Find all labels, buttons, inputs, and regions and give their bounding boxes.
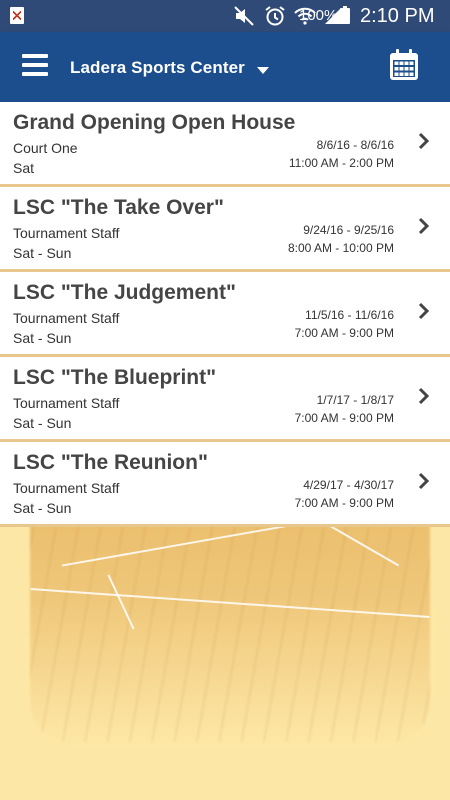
- alarm-icon: [265, 6, 285, 26]
- event-row[interactable]: Grand Opening Open House Court One Sat 8…: [0, 102, 450, 187]
- notification-app-icon: [10, 7, 24, 24]
- battery-percentage: 100%: [299, 7, 338, 24]
- chevron-right-icon: [418, 302, 430, 320]
- event-dates: 4/29/17 - 4/30/17: [303, 478, 394, 492]
- event-location: Tournament Staff: [13, 480, 120, 496]
- event-location: Tournament Staff: [13, 395, 120, 411]
- event-title: LSC "The Reunion": [13, 451, 208, 474]
- event-times: 7:00 AM - 9:00 PM: [294, 411, 394, 425]
- calendar-icon[interactable]: [389, 49, 419, 81]
- mute-icon: [234, 6, 254, 26]
- event-title: LSC "The Blueprint": [13, 366, 217, 389]
- chevron-right-icon: [418, 132, 430, 150]
- center-name: Ladera Sports Center: [70, 58, 245, 77]
- event-times: 7:00 AM - 9:00 PM: [294, 326, 394, 340]
- center-selector-dropdown[interactable]: Ladera Sports Center: [70, 56, 269, 80]
- chevron-right-icon: [418, 217, 430, 235]
- chevron-right-icon: [418, 387, 430, 405]
- event-times: 11:00 AM - 2:00 PM: [288, 156, 394, 170]
- event-dates: 8/6/16 - 8/6/16: [316, 138, 394, 152]
- event-dates: 11/5/16 - 11/6/16: [305, 308, 394, 322]
- event-times: 8:00 AM - 10:00 PM: [287, 241, 394, 255]
- status-time: 2:10 PM: [360, 5, 435, 27]
- battery-icon: [340, 6, 350, 24]
- hamburger-menu-icon[interactable]: [22, 54, 48, 76]
- chevron-right-icon: [418, 472, 430, 490]
- event-title: LSC "The Take Over": [13, 196, 224, 219]
- event-days: Sat - Sun: [13, 415, 72, 431]
- event-row[interactable]: LSC "The Judgement" Tournament Staff Sat…: [0, 272, 450, 357]
- event-days: Sat: [13, 160, 35, 176]
- event-location: Court One: [13, 140, 78, 156]
- event-list: Grand Opening Open House Court One Sat 8…: [0, 102, 450, 527]
- event-title: Grand Opening Open House: [13, 111, 296, 134]
- status-bar: 100% 2:10 PM: [0, 0, 450, 32]
- event-title: LSC "The Judgement": [13, 281, 236, 304]
- event-row[interactable]: LSC "The Blueprint" Tournament Staff Sat…: [0, 357, 450, 442]
- caret-down-icon: [256, 67, 269, 74]
- app-bar: Ladera Sports Center: [0, 32, 450, 102]
- event-location: Tournament Staff: [13, 225, 120, 241]
- event-days: Sat - Sun: [13, 245, 72, 261]
- event-days: Sat - Sun: [13, 330, 72, 346]
- event-dates: 1/7/17 - 1/8/17: [316, 393, 394, 407]
- event-location: Tournament Staff: [13, 310, 120, 326]
- event-row[interactable]: LSC "The Reunion" Tournament Staff Sat -…: [0, 442, 450, 527]
- event-days: Sat - Sun: [13, 500, 72, 516]
- event-dates: 9/24/16 - 9/25/16: [303, 223, 394, 237]
- event-row[interactable]: LSC "The Take Over" Tournament Staff Sat…: [0, 187, 450, 272]
- event-times: 7:00 AM - 9:00 PM: [294, 496, 394, 510]
